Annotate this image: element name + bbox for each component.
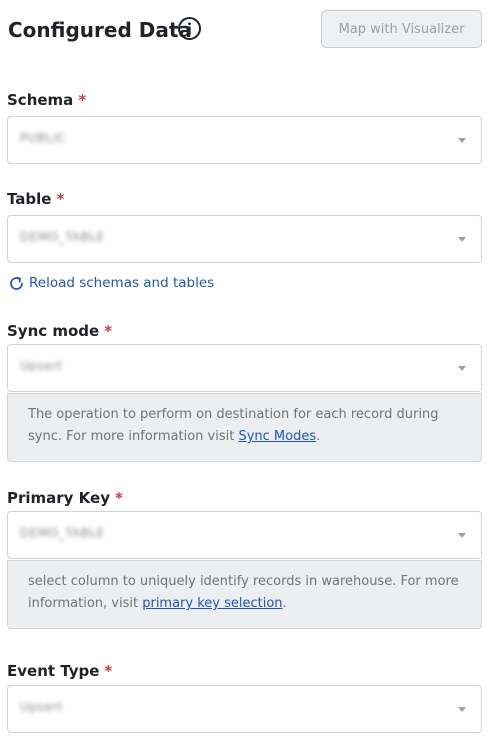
required-marker: * bbox=[78, 91, 87, 109]
configured-data-header: Configured Data Map with Visualizer bbox=[0, 0, 492, 60]
schema-select[interactable]: PUBLIC bbox=[7, 116, 482, 164]
reload-schemas-link[interactable]: Reload schemas and tables bbox=[8, 273, 214, 293]
chevron-down-icon bbox=[458, 366, 466, 371]
chevron-down-icon bbox=[458, 533, 466, 538]
sync-mode-help-text: The operation to perform on destination … bbox=[28, 407, 439, 444]
sync-mode-select-value: Upsert bbox=[20, 359, 63, 373]
schema-select-value: PUBLIC bbox=[20, 131, 66, 145]
schema-label-text: Schema bbox=[7, 91, 74, 109]
primary-key-help: select column to uniquely identify recor… bbox=[7, 560, 482, 629]
event-type-label-text: Event Type bbox=[7, 662, 100, 680]
table-label: Table * bbox=[7, 189, 64, 209]
refresh-icon bbox=[10, 276, 23, 290]
required-marker: * bbox=[115, 489, 123, 507]
primary-key-select[interactable]: DEMO_TABLE bbox=[7, 511, 482, 559]
primary-key-selection-link[interactable]: primary key selection bbox=[142, 596, 282, 611]
chevron-down-icon bbox=[458, 138, 466, 143]
chevron-down-icon bbox=[458, 237, 466, 242]
primary-key-label: Primary Key * bbox=[7, 488, 123, 508]
page-title: Configured Data bbox=[8, 18, 192, 42]
event-type-label: Event Type * bbox=[7, 661, 112, 681]
sync-mode-help: The operation to perform on destination … bbox=[7, 393, 482, 462]
chevron-down-icon bbox=[458, 707, 466, 712]
required-marker: * bbox=[104, 662, 113, 680]
primary-key-label-text: Primary Key bbox=[7, 489, 110, 507]
event-type-select-value: Upsert bbox=[20, 700, 63, 714]
reload-label: Reload schemas and tables bbox=[29, 275, 215, 291]
table-select[interactable]: DEMO_TABLE bbox=[7, 215, 482, 263]
primary-key-help-suffix: . bbox=[282, 596, 287, 611]
table-select-value: DEMO_TABLE bbox=[20, 230, 105, 244]
sync-mode-select[interactable]: Upsert bbox=[7, 344, 482, 392]
sync-mode-label: Sync mode * bbox=[7, 321, 112, 341]
event-type-select[interactable]: Upsert bbox=[7, 685, 482, 733]
table-label-text: Table bbox=[7, 190, 52, 208]
map-with-visualizer-button[interactable]: Map with Visualizer bbox=[321, 10, 482, 48]
info-circle-icon[interactable] bbox=[177, 16, 202, 41]
required-marker: * bbox=[104, 322, 113, 340]
required-marker: * bbox=[56, 190, 65, 208]
schema-label: Schema * bbox=[7, 90, 86, 110]
sync-mode-help-suffix: . bbox=[316, 429, 321, 444]
primary-key-select-value: DEMO_TABLE bbox=[20, 526, 105, 540]
sync-modes-link[interactable]: Sync Modes bbox=[238, 429, 316, 444]
sync-mode-label-text: Sync mode bbox=[7, 322, 100, 340]
